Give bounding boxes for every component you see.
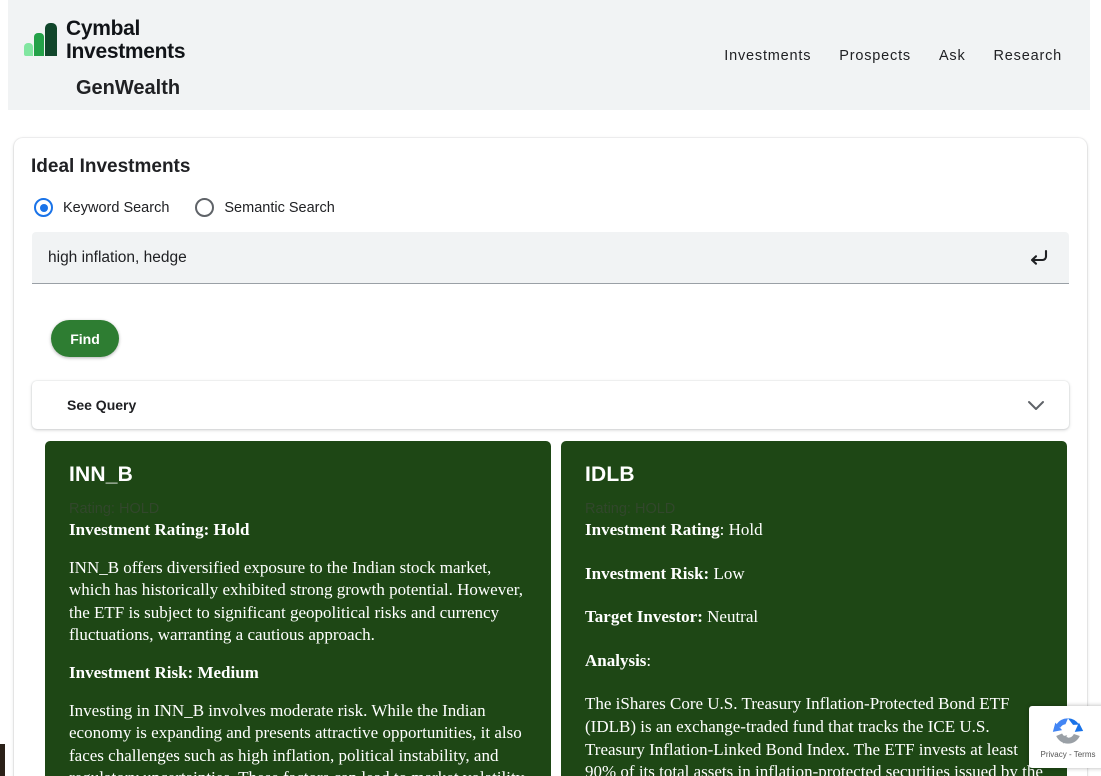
panel-title: Ideal Investments — [31, 156, 191, 177]
radio-label-semantic-search[interactable]: Semantic Search — [224, 200, 334, 216]
main-nav: Investments Prospects Ask Research — [710, 46, 1076, 66]
app-header: Cymbal Investments GenWealth Investments… — [8, 0, 1090, 110]
nav-item-investments[interactable]: Investments — [710, 46, 825, 66]
result-ticker: INN_B — [69, 463, 134, 486]
brand-block[interactable]: Cymbal Investments — [24, 17, 186, 63]
result-risk-label: Investment Risk: — [585, 563, 710, 583]
nav-item-ask[interactable]: Ask — [925, 46, 980, 66]
result-card-inn-b[interactable]: INN_B Rating: HOLD Investment Rating: Ho… — [45, 441, 551, 776]
result-risk-label: Investment Risk: Medium — [69, 663, 259, 683]
result-rating-label: Investment Rating: Hold — [69, 520, 250, 539]
results-grid: INN_B Rating: HOLD Investment Rating: Ho… — [45, 441, 1086, 776]
radio-label-keyword-search[interactable]: Keyword Search — [63, 200, 169, 216]
app-root: Cymbal Investments GenWealth Investments… — [0, 0, 1101, 776]
radio-semantic-search[interactable] — [195, 198, 215, 217]
result-rating-value: : Hold — [719, 520, 763, 539]
recaptcha-text[interactable]: Privacy - Terms — [1041, 750, 1096, 759]
search-input[interactable]: high inflation, hedge — [48, 249, 1021, 267]
bar-chart-logo-icon — [24, 22, 58, 56]
brand-line-2: Investments — [66, 40, 186, 63]
see-query-accordion[interactable]: See Query — [32, 381, 1069, 429]
radio-keyword-search[interactable] — [34, 198, 53, 217]
result-body: Investment Rating: Hold Investment Risk:… — [585, 519, 1044, 776]
recaptcha-badge[interactable]: Privacy - Terms — [1029, 706, 1101, 768]
recaptcha-icon — [1052, 718, 1084, 744]
search-mode-radio-group: Keyword Search Semantic Search — [34, 198, 361, 217]
page-title: GenWealth — [76, 77, 181, 99]
enter-return-arrow-icon[interactable] — [1021, 248, 1055, 268]
result-target-label: Target Investor: — [585, 607, 703, 627]
result-target-value: Neutral — [702, 607, 759, 627]
brand-line-1: Cymbal — [66, 17, 141, 40]
result-analysis-1: INN_B offers diversified exposure to the… — [69, 557, 523, 645]
result-analysis-heading: Analysis — [585, 650, 647, 670]
nav-item-prospects[interactable]: Prospects — [825, 46, 925, 66]
result-card-idlb[interactable]: IDLB Rating: HOLD Investment Rating: Hol… — [561, 441, 1067, 776]
result-risk-value: Low — [709, 563, 745, 583]
result-rating-label: Investment Rating — [585, 520, 720, 539]
result-analysis-1: The iShares Core U.S. Treasury Inflation… — [585, 694, 1043, 776]
ideal-investments-panel: Ideal Investments Keyword Search Semanti… — [14, 138, 1087, 776]
find-button[interactable]: Find — [51, 320, 119, 357]
search-field[interactable]: high inflation, hedge — [32, 232, 1069, 284]
result-ticker: IDLB — [585, 463, 635, 486]
viewport-edge-artifact — [0, 744, 5, 776]
result-analysis-heading-colon: : — [646, 650, 652, 670]
result-analysis-2: Investing in INN_B involves moderate ris… — [69, 700, 524, 776]
brand-wordmark: Cymbal Investments — [66, 17, 186, 63]
page-right-margin — [1090, 110, 1101, 776]
see-query-label: See Query — [67, 397, 137, 413]
result-rating-meta: Rating: HOLD — [69, 501, 160, 517]
result-body: Investment Rating: Hold INN_B offers div… — [69, 519, 528, 776]
chevron-down-icon[interactable] — [1027, 400, 1045, 411]
result-rating-meta: Rating: HOLD — [585, 501, 676, 517]
nav-item-research[interactable]: Research — [980, 46, 1076, 66]
